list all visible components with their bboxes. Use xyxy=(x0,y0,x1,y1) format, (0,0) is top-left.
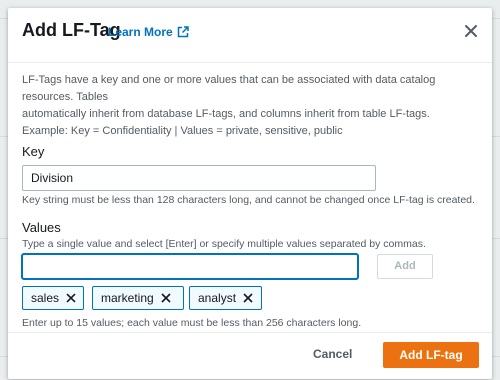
values-label: Values xyxy=(22,220,61,235)
key-hint: Key string must be less than 128 charact… xyxy=(22,194,475,206)
add-lf-tag-button[interactable]: Add LF-tag xyxy=(383,342,479,368)
learn-more-label: Learn More xyxy=(108,25,173,39)
modal-description: LF-Tags have a key and one or more value… xyxy=(22,72,478,140)
add-lf-tag-modal: Add LF-Tag Learn More LF-Tags have a key… xyxy=(8,8,492,379)
tag-chip-sales: sales xyxy=(22,286,84,310)
remove-tag-icon[interactable] xyxy=(242,292,254,304)
add-value-button[interactable]: Add xyxy=(377,254,433,279)
values-description: Type a single value and select [Enter] o… xyxy=(22,238,426,250)
close-icon[interactable] xyxy=(462,22,480,40)
tag-chip-label: marketing xyxy=(101,291,154,305)
key-input[interactable]: Division xyxy=(22,165,376,191)
values-input[interactable] xyxy=(22,254,358,279)
learn-more-link[interactable]: Learn More xyxy=(108,25,189,39)
tag-chip-analyst: analyst xyxy=(189,286,262,310)
key-label: Key xyxy=(22,144,45,159)
modal-title: Add LF-Tag xyxy=(22,20,121,40)
modal-header: Add LF-Tag Learn More xyxy=(8,8,492,63)
cancel-button[interactable]: Cancel xyxy=(313,347,352,361)
tag-chip-label: analyst xyxy=(198,291,237,305)
values-limit-hint: Enter up to 15 values; each value must b… xyxy=(22,317,362,329)
modal-footer: Cancel Add LF-tag xyxy=(8,332,492,380)
description-line: automatically inherit from database LF-t… xyxy=(22,108,430,120)
remove-tag-icon[interactable] xyxy=(65,292,77,304)
description-example: Example: Key = Confidentiality | Values … xyxy=(22,125,343,137)
external-link-icon xyxy=(177,26,189,38)
remove-tag-icon[interactable] xyxy=(160,292,172,304)
description-line: LF-Tags have a key and one or more value… xyxy=(22,74,436,103)
tag-chip-label: sales xyxy=(31,291,60,305)
tag-chip-marketing: marketing xyxy=(92,286,184,310)
